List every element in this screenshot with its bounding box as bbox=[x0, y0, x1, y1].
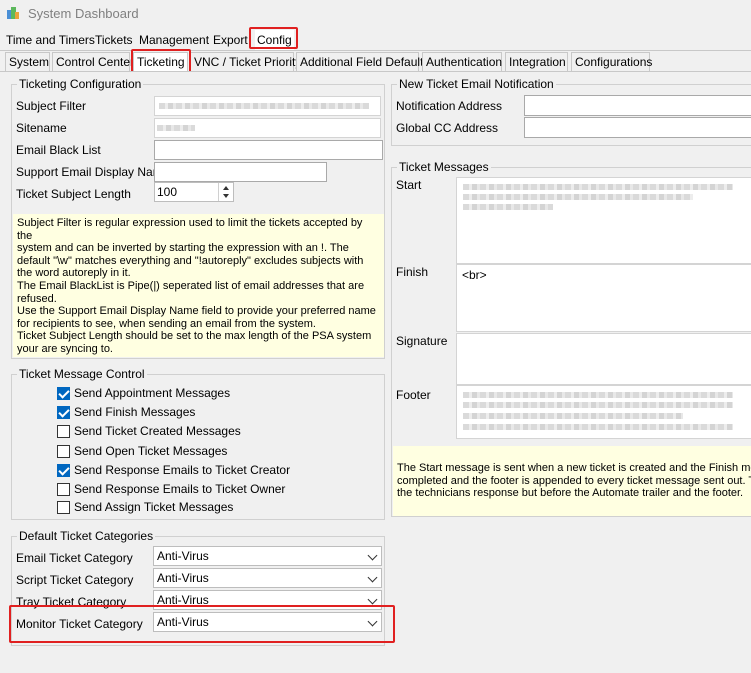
send-finish-messages-label: Send Finish Messages bbox=[74, 405, 196, 419]
start-message-input[interactable] bbox=[456, 177, 751, 264]
highlight-config-tab bbox=[249, 27, 298, 49]
help-line: the word autoreply in it. bbox=[17, 267, 131, 280]
tab-management[interactable]: Management bbox=[137, 30, 211, 50]
start-label: Start bbox=[396, 178, 422, 192]
help-line: refused. bbox=[17, 292, 57, 305]
tab-time-and-timers[interactable]: Time and Timers bbox=[4, 30, 97, 50]
finish-label: Finish bbox=[396, 265, 429, 279]
email-ticket-category-select[interactable]: Anti-Virus bbox=[153, 546, 382, 566]
send-response-emails-owner-label: Send Response Emails to Ticket Owner bbox=[74, 482, 286, 496]
chevron-down-icon[interactable] bbox=[367, 550, 378, 561]
send-ticket-created-messages-label: Send Ticket Created Messages bbox=[74, 424, 241, 438]
send-appointment-messages-checkbox[interactable] bbox=[57, 387, 70, 400]
signature-input[interactable] bbox=[456, 333, 751, 385]
email-black-list-input[interactable] bbox=[154, 140, 383, 160]
help-line: for recipients to see, when sending an e… bbox=[17, 317, 316, 330]
script-ticket-category-label: Script Ticket Category bbox=[16, 573, 134, 587]
stepper-up-icon[interactable] bbox=[223, 186, 229, 190]
highlight-ticketing-tab bbox=[131, 49, 191, 73]
help-line: the technicians response but before the … bbox=[397, 487, 744, 500]
email-black-list-label: Email Black List bbox=[16, 143, 101, 157]
subtab-additional-field-defaults[interactable]: Additional Field Defaults bbox=[296, 52, 429, 71]
help-line: system and can be inverted by starting t… bbox=[17, 242, 349, 255]
help-line: Subject Filter is regular expression use… bbox=[17, 217, 363, 242]
help-line: your are syncing to. bbox=[17, 342, 113, 355]
ticket-subject-length-label: Ticket Subject Length bbox=[16, 187, 131, 201]
send-assign-ticket-messages-label: Send Assign Ticket Messages bbox=[74, 500, 234, 514]
script-ticket-category-value: Anti-Virus bbox=[157, 571, 209, 585]
send-assign-ticket-messages-checkbox[interactable] bbox=[57, 501, 70, 514]
subtab-control-center[interactable]: Control Center bbox=[52, 52, 134, 71]
new-ticket-email-title: New Ticket Email Notification bbox=[397, 77, 556, 91]
send-finish-messages-checkbox[interactable] bbox=[57, 406, 70, 419]
script-ticket-category-select[interactable]: Anti-Virus bbox=[153, 568, 382, 588]
highlight-monitor-category bbox=[9, 605, 395, 643]
signature-label: Signature bbox=[396, 334, 448, 348]
sitename-input[interactable] bbox=[154, 118, 381, 138]
ticket-subject-length-value: 100 bbox=[157, 185, 178, 199]
ticket-message-control-title: Ticket Message Control bbox=[17, 367, 147, 381]
menu-divider bbox=[0, 50, 751, 51]
subtab-configurations[interactable]: Configurations bbox=[571, 52, 652, 71]
help-line: Ticket Subject Length should be set to t… bbox=[17, 330, 372, 343]
support-email-display-name-input[interactable] bbox=[154, 162, 327, 182]
ticket-subject-length-stepper[interactable]: 100 bbox=[154, 182, 234, 202]
ticketing-configuration-title: Ticketing Configuration bbox=[17, 77, 144, 91]
app-icon bbox=[7, 7, 19, 19]
subject-filter-label: Subject Filter bbox=[16, 99, 87, 113]
finish-message-value: <br> bbox=[462, 268, 487, 282]
subtab-authentication[interactable]: Authentication bbox=[422, 52, 502, 71]
footer-input[interactable] bbox=[456, 385, 751, 439]
ticketing-help-note: Subject Filter is regular expression use… bbox=[13, 214, 384, 357]
subtab-integration[interactable]: Integration bbox=[505, 52, 568, 71]
tab-export[interactable]: Export bbox=[211, 30, 250, 50]
ticket-messages-help-note: The Start message is sent when a new tic… bbox=[393, 446, 751, 516]
chevron-down-icon[interactable] bbox=[367, 572, 378, 583]
help-line: default "\w" matches everything and "!au… bbox=[17, 254, 364, 267]
help-line: The Email BlackList is Pipe(|) seperated… bbox=[17, 279, 365, 292]
finish-message-input[interactable]: <br> bbox=[456, 264, 751, 332]
subtab-system[interactable]: System bbox=[5, 52, 50, 71]
send-open-ticket-messages-checkbox[interactable] bbox=[57, 445, 70, 458]
global-cc-address-input[interactable] bbox=[524, 117, 751, 138]
window-title: System Dashboard bbox=[28, 6, 139, 21]
send-appointment-messages-label: Send Appointment Messages bbox=[74, 386, 231, 400]
send-response-emails-creator-label: Send Response Emails to Ticket Creator bbox=[74, 463, 291, 477]
footer-label: Footer bbox=[396, 388, 431, 402]
stepper-buttons[interactable] bbox=[218, 183, 233, 201]
chevron-down-icon[interactable] bbox=[367, 594, 378, 605]
support-email-display-name-label: Support Email Display Name bbox=[16, 165, 170, 179]
default-ticket-categories-title: Default Ticket Categories bbox=[17, 529, 156, 543]
global-cc-address-label: Global CC Address bbox=[396, 121, 499, 135]
send-ticket-created-messages-checkbox[interactable] bbox=[57, 425, 70, 438]
send-open-ticket-messages-label: Send Open Ticket Messages bbox=[74, 444, 228, 458]
email-ticket-category-label: Email Ticket Category bbox=[16, 551, 133, 565]
sitename-label: Sitename bbox=[16, 121, 67, 135]
send-response-emails-creator-checkbox[interactable] bbox=[57, 464, 70, 477]
help-line: completed and the footer is appended to … bbox=[397, 474, 751, 487]
subject-filter-input[interactable] bbox=[154, 96, 381, 116]
email-ticket-category-value: Anti-Virus bbox=[157, 549, 209, 563]
ticket-messages-title: Ticket Messages bbox=[397, 160, 491, 174]
notification-address-label: Notification Address bbox=[396, 99, 503, 113]
tab-tickets[interactable]: Tickets bbox=[93, 30, 135, 50]
stepper-down-icon[interactable] bbox=[223, 194, 229, 198]
notification-address-input[interactable] bbox=[524, 95, 751, 116]
help-line: Use the Support Email Display Name field… bbox=[17, 305, 376, 318]
send-response-emails-owner-checkbox[interactable] bbox=[57, 483, 70, 496]
help-line: The Start message is sent when a new tic… bbox=[397, 462, 751, 474]
subtab-vnc-ticket-priority[interactable]: VNC / Ticket Priority bbox=[190, 52, 301, 71]
